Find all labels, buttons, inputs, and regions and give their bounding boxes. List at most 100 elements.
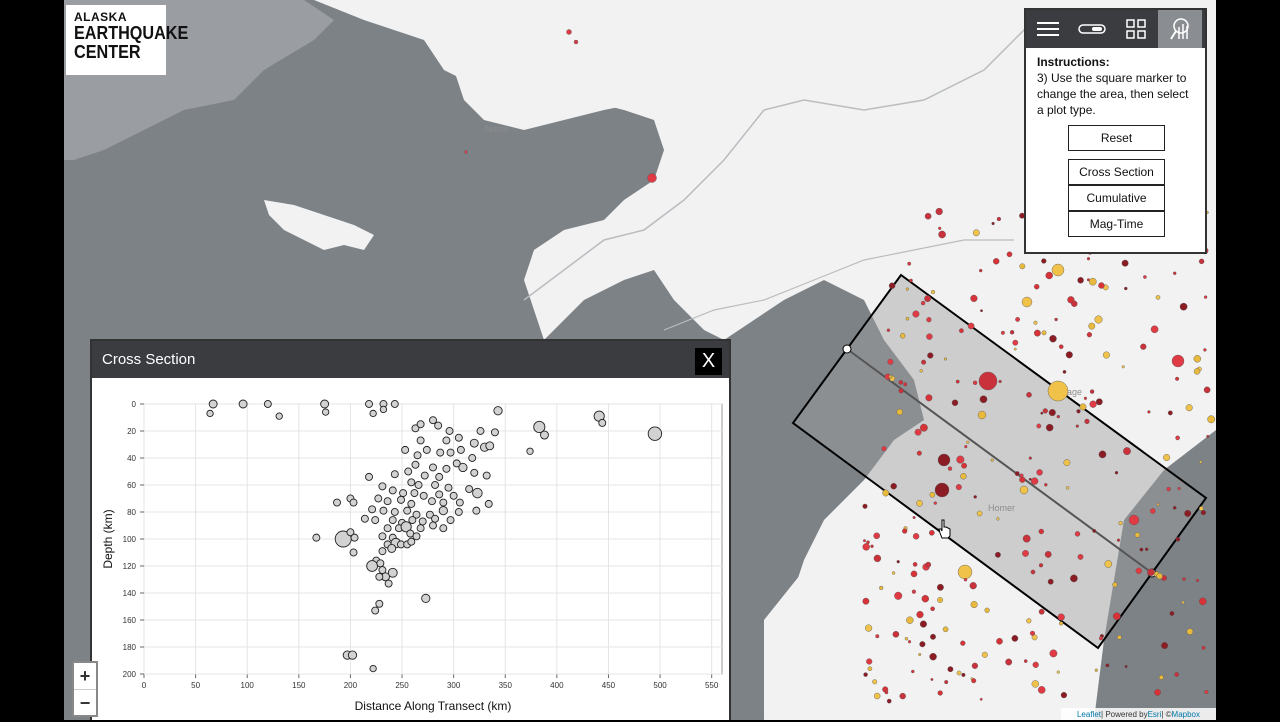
quake-marker[interactable] xyxy=(900,333,906,339)
quake-marker[interactable] xyxy=(1030,630,1036,636)
quake-marker[interactable] xyxy=(903,382,908,387)
quake-marker[interactable] xyxy=(1065,351,1073,359)
quake-marker[interactable] xyxy=(926,317,932,323)
quake-marker[interactable] xyxy=(863,672,868,677)
quake-marker[interactable] xyxy=(935,207,943,216)
quake-marker[interactable] xyxy=(926,333,933,340)
cross-section-button[interactable]: Cross Section xyxy=(1068,159,1165,185)
quake-marker[interactable] xyxy=(1037,686,1046,694)
quake-marker[interactable] xyxy=(1105,663,1110,668)
quake-marker[interactable] xyxy=(1089,400,1097,408)
quake-marker[interactable] xyxy=(1098,636,1103,641)
quake-marker[interactable] xyxy=(1047,578,1054,585)
quake-marker[interactable] xyxy=(1083,396,1087,400)
quake-marker[interactable] xyxy=(1163,454,1171,462)
quake-marker[interactable] xyxy=(929,491,936,498)
quake-marker[interactable] xyxy=(1058,621,1064,626)
quake-marker[interactable] xyxy=(892,631,900,638)
quake-marker[interactable] xyxy=(1199,506,1204,511)
grid-button[interactable] xyxy=(1114,10,1158,48)
quake-marker[interactable] xyxy=(873,532,881,540)
quake-marker[interactable] xyxy=(1118,521,1123,526)
quake-marker[interactable] xyxy=(979,697,983,701)
quake-marker[interactable] xyxy=(1089,389,1095,394)
quake-marker[interactable] xyxy=(899,692,906,700)
quake-marker[interactable] xyxy=(872,679,878,685)
quake-marker[interactable] xyxy=(1171,354,1185,368)
quake-marker[interactable] xyxy=(1156,572,1163,580)
quake-marker[interactable] xyxy=(890,483,897,490)
quake-marker[interactable] xyxy=(907,640,912,644)
quake-marker[interactable] xyxy=(925,561,932,568)
quake-marker[interactable] xyxy=(1161,642,1169,650)
quake-marker[interactable] xyxy=(882,489,890,497)
quake-marker[interactable] xyxy=(1203,386,1211,394)
quake-marker[interactable] xyxy=(1134,532,1141,538)
quake-marker[interactable] xyxy=(1206,434,1210,438)
quake-marker[interactable] xyxy=(919,641,926,648)
quake-marker[interactable] xyxy=(971,678,977,684)
quake-marker[interactable] xyxy=(914,428,922,436)
quake-marker[interactable] xyxy=(1079,403,1087,411)
quake-marker[interactable] xyxy=(1013,347,1017,351)
quake-marker[interactable] xyxy=(862,503,868,509)
quake-marker[interactable] xyxy=(921,359,927,365)
quake-marker[interactable] xyxy=(1088,322,1096,330)
quake-marker[interactable] xyxy=(1185,404,1193,412)
quake-marker[interactable] xyxy=(1056,670,1060,674)
quake-marker[interactable] xyxy=(979,268,983,273)
quake-marker[interactable] xyxy=(905,316,910,321)
quake-marker[interactable] xyxy=(972,380,978,385)
quake-marker[interactable] xyxy=(864,624,873,632)
quake-marker[interactable] xyxy=(573,39,579,45)
reset-button[interactable]: Reset xyxy=(1068,125,1165,151)
quake-marker[interactable] xyxy=(956,670,962,676)
quake-marker[interactable] xyxy=(1124,286,1128,291)
quake-marker[interactable] xyxy=(969,582,977,590)
quake-marker[interactable] xyxy=(870,544,874,548)
quake-marker[interactable] xyxy=(1000,330,1005,335)
quake-marker[interactable] xyxy=(911,589,916,594)
quake-marker[interactable] xyxy=(995,551,1001,558)
quake-marker[interactable] xyxy=(1026,618,1032,624)
quake-marker[interactable] xyxy=(1203,295,1208,299)
quake-marker[interactable] xyxy=(1054,317,1058,322)
quake-marker[interactable] xyxy=(1077,554,1084,560)
zoom-in-button[interactable]: + xyxy=(74,663,96,690)
quake-marker[interactable] xyxy=(1199,597,1207,606)
quake-marker[interactable] xyxy=(1019,485,1029,495)
quake-marker[interactable] xyxy=(1046,423,1054,432)
quake-marker[interactable] xyxy=(1089,277,1097,286)
quake-marker[interactable] xyxy=(1022,534,1031,543)
quake-marker[interactable] xyxy=(1006,251,1013,258)
quake-marker[interactable] xyxy=(1095,398,1103,406)
quake-marker[interactable] xyxy=(1012,339,1019,346)
quake-marker[interactable] xyxy=(909,278,913,283)
quake-marker[interactable] xyxy=(1030,477,1039,485)
quake-marker[interactable] xyxy=(996,638,1003,645)
quake-marker[interactable] xyxy=(1193,368,1201,375)
quake-marker[interactable] xyxy=(980,309,983,313)
quake-marker[interactable] xyxy=(1065,486,1070,490)
mapbox-link[interactable]: Mapbox xyxy=(1172,710,1200,719)
quake-marker[interactable] xyxy=(1177,486,1181,491)
quake-marker[interactable] xyxy=(566,29,572,35)
quake-marker[interactable] xyxy=(1038,563,1044,568)
quake-marker[interactable] xyxy=(963,578,968,582)
quake-marker[interactable] xyxy=(1076,409,1081,414)
quake-marker[interactable] xyxy=(1056,414,1060,419)
quake-marker[interactable] xyxy=(944,357,948,361)
quake-marker[interactable] xyxy=(961,672,966,677)
quake-marker[interactable] xyxy=(944,680,949,685)
quake-marker[interactable] xyxy=(906,616,914,624)
quake-marker[interactable] xyxy=(930,633,936,640)
quake-marker[interactable] xyxy=(862,543,870,551)
quake-marker[interactable] xyxy=(1199,460,1203,464)
quake-marker[interactable] xyxy=(1036,423,1042,429)
quake-marker[interactable] xyxy=(956,455,965,464)
quake-marker[interactable] xyxy=(960,473,967,480)
quake-marker[interactable] xyxy=(960,640,966,646)
quake-marker[interactable] xyxy=(971,662,979,669)
quake-marker[interactable] xyxy=(1155,295,1161,300)
quake-marker[interactable] xyxy=(887,358,894,365)
